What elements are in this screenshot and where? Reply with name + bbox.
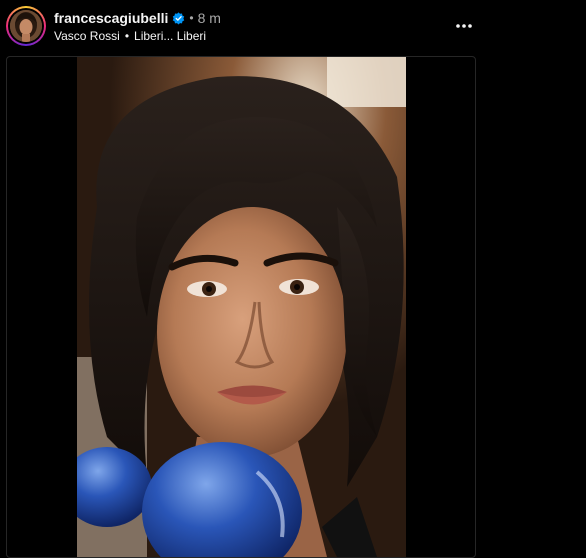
avatar-portrait bbox=[10, 10, 42, 42]
audio-attribution[interactable]: Vasco Rossi • Liberi... Liberi bbox=[54, 29, 206, 43]
more-options-button[interactable] bbox=[450, 14, 478, 38]
username-link[interactable]: francescagiubelli bbox=[54, 10, 168, 26]
post-header: francescagiubelli • 8 m Vasco Rossi • Li… bbox=[0, 0, 586, 52]
audio-separator: • bbox=[124, 29, 130, 43]
avatar-image bbox=[10, 10, 42, 42]
post-media-frame[interactable] bbox=[6, 56, 476, 558]
avatar[interactable] bbox=[6, 6, 46, 46]
audio-track: Liberi... Liberi bbox=[134, 29, 207, 43]
post-time[interactable]: 8 m bbox=[198, 10, 221, 26]
verified-badge-icon bbox=[172, 11, 185, 25]
separator-dot: • bbox=[189, 11, 194, 25]
username-row: francescagiubelli • 8 m bbox=[54, 9, 221, 27]
portrait-illustration bbox=[77, 57, 406, 557]
audio-artist: Vasco Rossi bbox=[54, 29, 120, 43]
avatar-inner bbox=[8, 8, 44, 44]
post-photo[interactable] bbox=[77, 57, 406, 557]
more-horizontal-icon bbox=[456, 24, 472, 28]
